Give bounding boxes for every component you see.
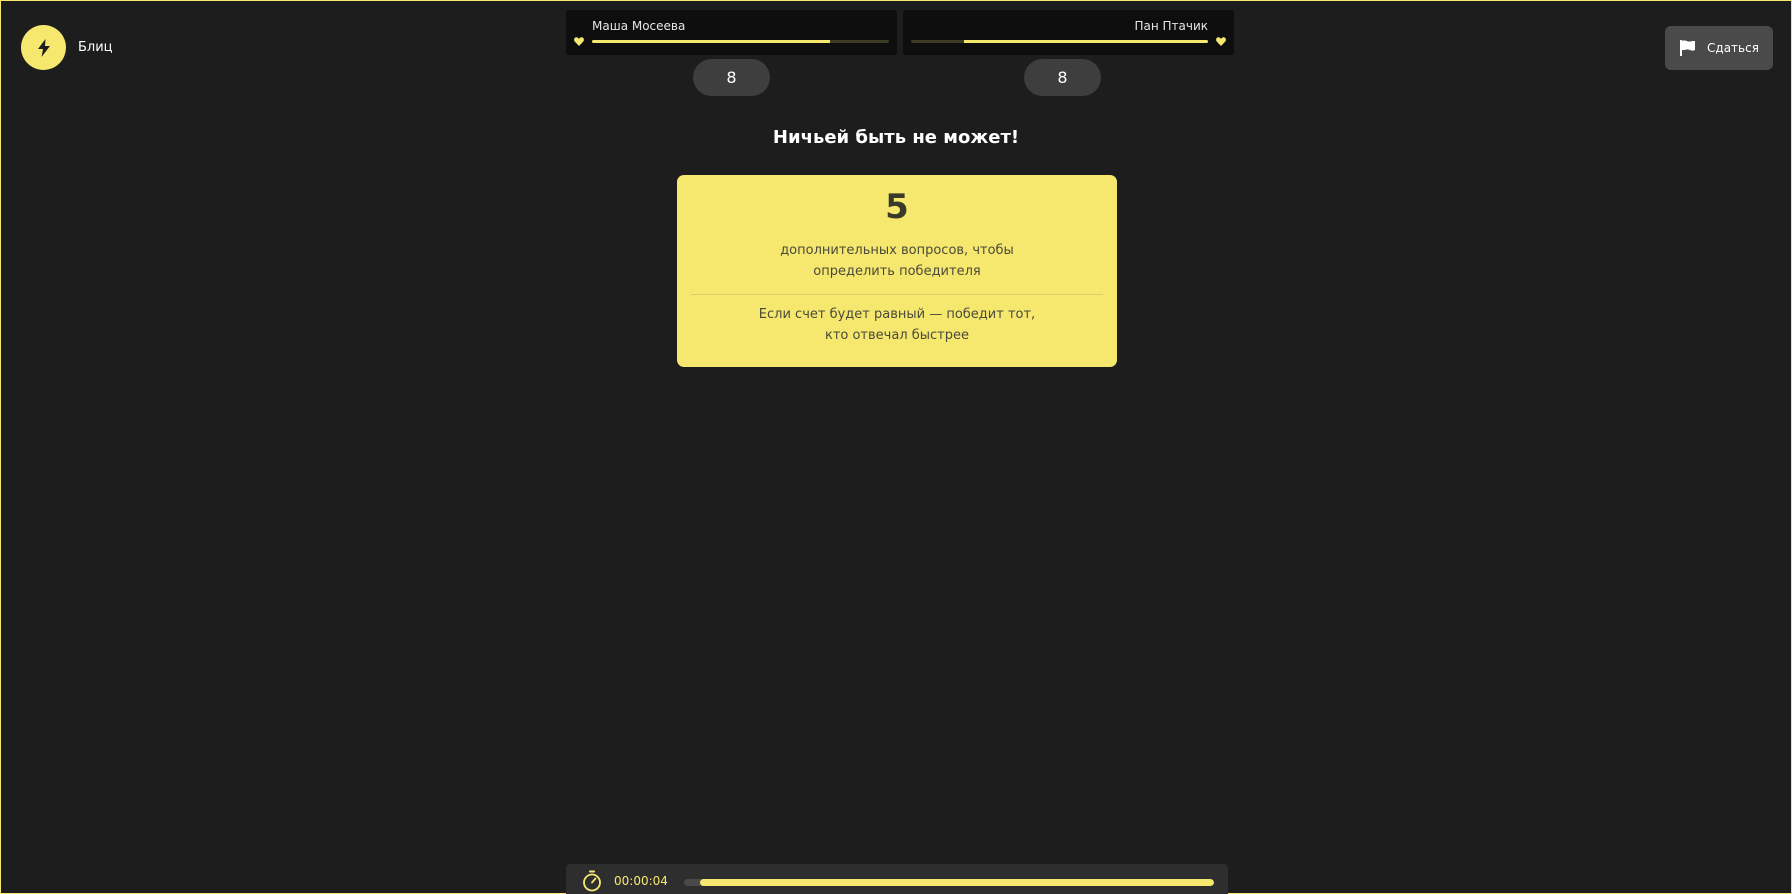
player-name-left: Маша Мосеева bbox=[592, 19, 686, 33]
description-line: определить победителя bbox=[813, 264, 981, 279]
player-card-right: Пан Птачик bbox=[903, 10, 1234, 55]
stopwatch-icon bbox=[583, 870, 601, 892]
timer-text: 00:00:04 bbox=[614, 874, 668, 888]
note-line: Если счет будет равный — победит тот, bbox=[758, 307, 1036, 322]
page-title: Ничьей быть не может! bbox=[772, 127, 1020, 148]
mode-label: Блиц bbox=[78, 40, 113, 55]
heart-icon bbox=[1216, 37, 1226, 46]
timer-progress bbox=[684, 879, 1214, 886]
note-line: кто отвечал быстрее bbox=[824, 328, 970, 343]
health-fill-right bbox=[964, 40, 1208, 43]
tiebreak-card: 5 дополнительных вопросов, чтобы определ… bbox=[677, 175, 1117, 367]
score-badge-right: 8 bbox=[1024, 59, 1101, 96]
timer-bar: 00:00:04 bbox=[566, 864, 1228, 894]
game-mode: Блиц bbox=[21, 25, 113, 70]
timer-progress-fill bbox=[699, 879, 1214, 886]
player-name-right: Пан Птачик bbox=[1134, 19, 1208, 33]
tiebreak-note: Если счет будет равный — победит тот, кт… bbox=[677, 304, 1117, 346]
health-bar-right bbox=[911, 40, 1208, 43]
heart-icon bbox=[574, 37, 584, 46]
extra-questions-count: 5 bbox=[885, 187, 909, 227]
health-fill-left bbox=[592, 40, 830, 43]
flag-icon bbox=[1680, 40, 1696, 56]
surrender-label: Сдаться bbox=[1707, 41, 1759, 55]
lightning-icon bbox=[37, 38, 50, 57]
tiebreak-description: дополнительных вопросов, чтобы определит… bbox=[677, 240, 1117, 282]
health-bar-left bbox=[592, 40, 889, 43]
divider bbox=[691, 294, 1103, 295]
description-line: дополнительных вопросов, чтобы bbox=[780, 243, 1014, 258]
surrender-button[interactable]: Сдаться bbox=[1665, 26, 1773, 70]
player-card-left: Маша Мосеева bbox=[566, 10, 897, 55]
score-badge-left: 8 bbox=[693, 59, 770, 96]
mode-badge bbox=[21, 25, 66, 70]
